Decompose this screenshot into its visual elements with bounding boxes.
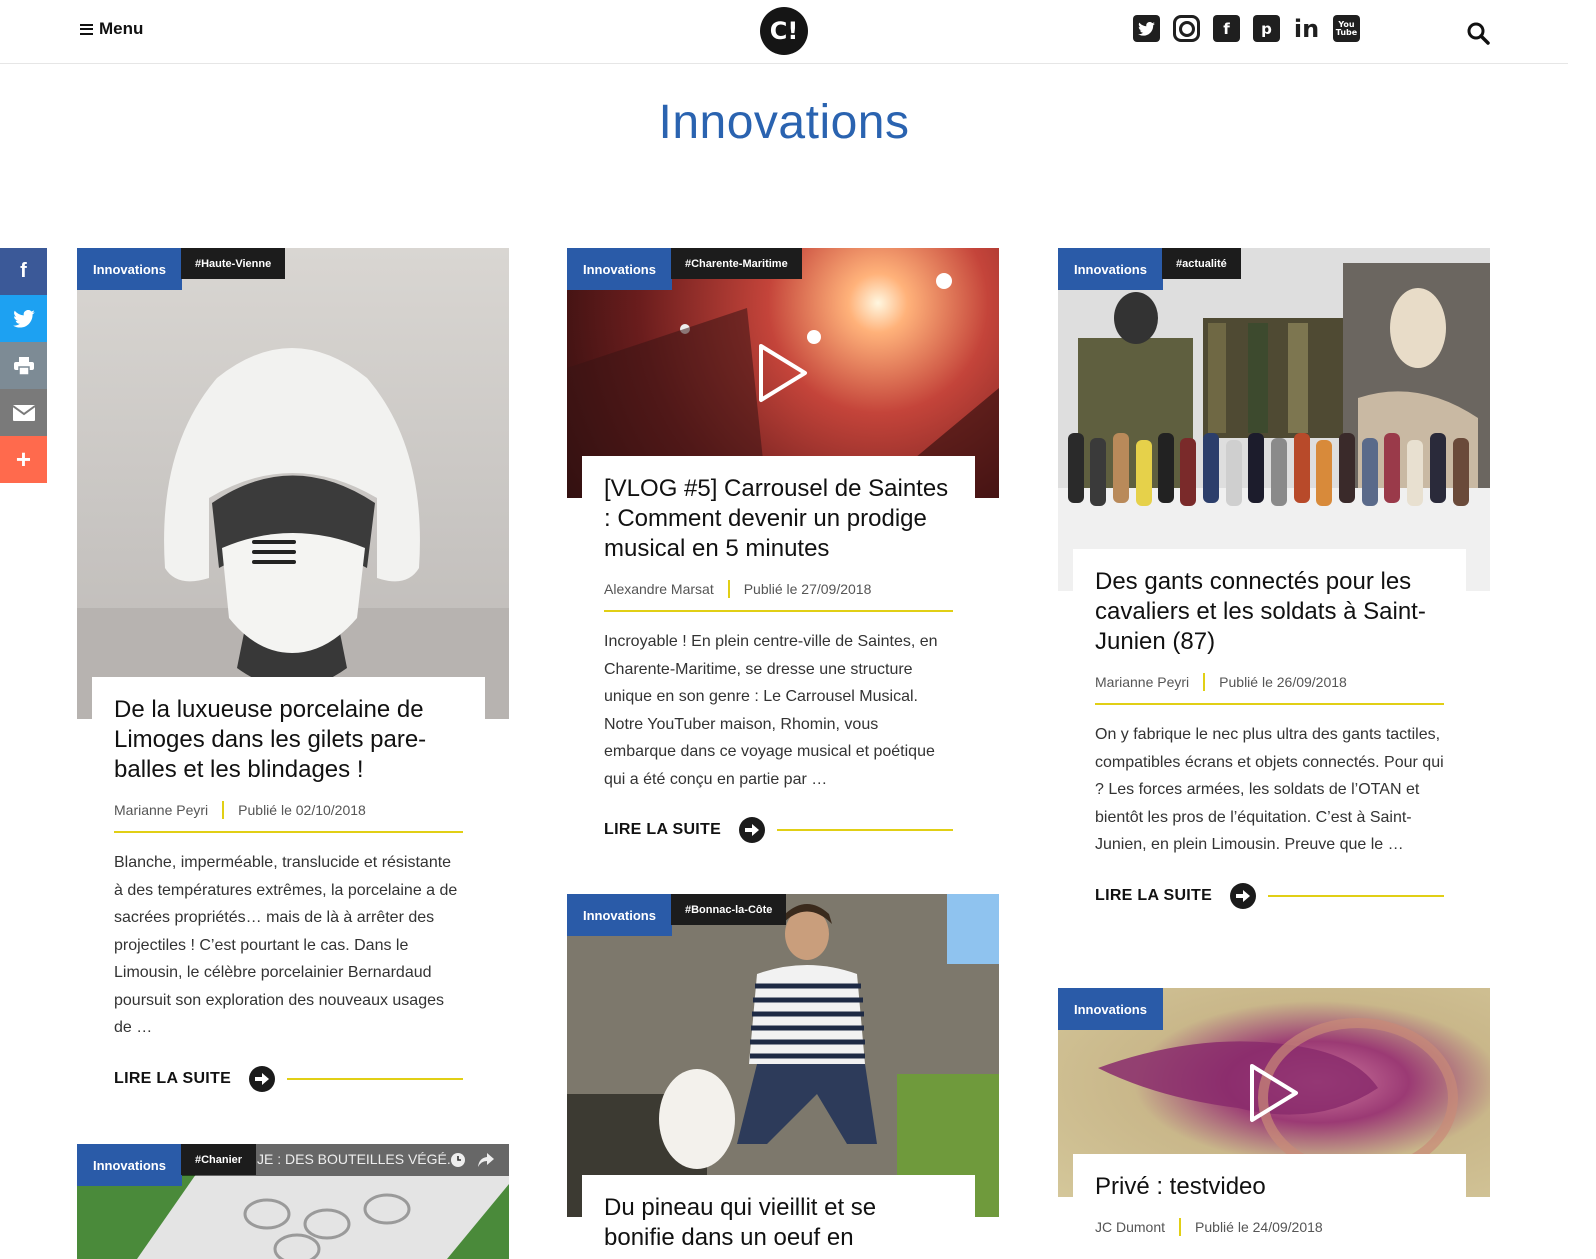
author[interactable]: Marianne Peyri [1095, 674, 1189, 690]
read-more-label: LIRE LA SUITE [114, 1069, 232, 1087]
article-excerpt: On y fabrique le nec plus ultra des gant… [1095, 726, 1444, 853]
article-body: Des gants connectés pour les cavaliers e… [1073, 549, 1466, 909]
article-meta: Alexandre Marsat Publié le 27/09/2018 [604, 580, 953, 612]
search-icon[interactable] [1466, 21, 1490, 45]
gloves-shop-image [1058, 248, 1490, 591]
clock-icon[interactable] [450, 1152, 466, 1168]
menu-button[interactable]: Menu [80, 19, 143, 39]
author[interactable]: Marianne Peyri [114, 802, 208, 818]
site-logo[interactable]: C! [760, 7, 808, 55]
meta-divider [1179, 1218, 1182, 1236]
play-icon[interactable] [757, 342, 809, 404]
tag-badge[interactable]: #Chanier [181, 1144, 257, 1175]
article-title[interactable]: [VLOG #5] Carrousel de Saintes : Comment… [604, 474, 953, 564]
category-badge[interactable]: Innovations [567, 894, 672, 936]
share-bar: f + [0, 248, 47, 483]
divider-line [1268, 894, 1444, 897]
instagram-icon[interactable] [1173, 15, 1200, 42]
category-badge[interactable]: Innovations [1058, 248, 1163, 290]
article-image[interactable]: Innovations #Bonnac-la-Côte [567, 894, 999, 1217]
article-title[interactable]: Privé : testvideo [1095, 1172, 1444, 1202]
category-badge[interactable]: Innovations [1058, 988, 1163, 1030]
share-arrow-icon[interactable] [477, 1152, 495, 1168]
article-title[interactable]: De la luxueuse porcelaine de Limoges dan… [114, 695, 463, 785]
twitter-icon[interactable] [0, 295, 47, 342]
tag-badge[interactable]: #Charente-Maritime [671, 248, 802, 279]
pinterest-icon[interactable]: p [1253, 15, 1280, 42]
article-body: Privé : testvideo JC Dumont Publié le 24… [1073, 1154, 1466, 1259]
category-badge[interactable]: Innovations [567, 248, 672, 290]
video-caption: JE : DES BOUTEILLES VÉGÉ... [257, 1151, 459, 1167]
read-more-label: LIRE LA SUITE [604, 821, 722, 838]
facebook-icon[interactable]: f [0, 248, 47, 295]
article-body: [VLOG #5] Carrousel de Saintes : Comment… [582, 456, 975, 843]
article-body: Du pineau qui vieillit et se bonifie dan… [582, 1175, 975, 1259]
facebook-icon[interactable]: f [1213, 15, 1240, 42]
author[interactable]: JC Dumont [1095, 1219, 1165, 1235]
site-header: Menu C! f p in You Tube [0, 0, 1568, 64]
tag-badge[interactable]: #actualité [1162, 248, 1241, 279]
divider-line [777, 829, 953, 831]
youtube-icon[interactable]: You Tube [1333, 15, 1360, 42]
winemaker-image [567, 894, 999, 1217]
publish-date: Publié le 02/10/2018 [238, 802, 366, 818]
article-image[interactable]: Innovations #actualité [1058, 248, 1490, 591]
tag-badge[interactable]: #Haute-Vienne [181, 248, 286, 279]
menu-label: Menu [99, 19, 144, 38]
category-badge[interactable]: Innovations [77, 1144, 182, 1186]
hamburger-icon [80, 23, 93, 35]
read-more-link[interactable]: LIRE LA SUITE [604, 817, 953, 843]
tag-badge[interactable]: #Bonnac-la-Côte [671, 894, 787, 925]
arrow-right-icon [249, 1065, 276, 1092]
arrow-right-icon [1230, 882, 1257, 909]
article-body: De la luxueuse porcelaine de Limoges dan… [92, 677, 485, 1092]
read-more-label: LIRE LA SUITE [1095, 886, 1213, 904]
article-card[interactable]: Innovations #Charente-Maritime [VLOG #5]… [567, 248, 999, 843]
twitter-icon[interactable] [1133, 15, 1160, 42]
article-excerpt: Blanche, imperméable, translucide et rés… [114, 854, 458, 1036]
article-meta: JC Dumont Publié le 24/09/2018 [1095, 1218, 1444, 1248]
article-title[interactable]: Des gants connectés pour les cavaliers e… [1095, 567, 1444, 657]
linkedin-icon[interactable]: in [1293, 15, 1320, 43]
arrow-right-icon [739, 817, 766, 843]
social-links: f p in You Tube [1133, 15, 1360, 43]
article-meta: Marianne Peyri Publié le 02/10/2018 [114, 801, 463, 833]
article-meta: Marianne Peyri Publié le 26/09/2018 [1095, 673, 1444, 705]
category-badge[interactable]: Innovations [77, 248, 182, 290]
author[interactable]: Alexandre Marsat [604, 581, 714, 597]
email-icon[interactable] [0, 389, 47, 436]
video-thumbnail[interactable]: JE : DES BOUTEILLES VÉGÉ... Innovations … [77, 1144, 509, 1259]
meta-divider [222, 801, 225, 819]
logo-text: C! [769, 17, 799, 45]
article-card[interactable]: Innovations Privé : testvideo JC Dumont … [1058, 988, 1490, 1259]
article-card[interactable]: Innovations #Haute-Vienne De la luxueuse… [77, 248, 509, 1092]
meta-divider [1203, 673, 1206, 691]
divider-line [287, 1077, 463, 1080]
article-image[interactable]: Innovations #Haute-Vienne [77, 248, 509, 719]
publish-date: Publié le 26/09/2018 [1219, 674, 1347, 690]
meta-divider [727, 580, 730, 598]
play-icon[interactable] [1248, 1062, 1300, 1124]
publish-date: Publié le 27/09/2018 [743, 581, 872, 597]
publish-date: Publié le 24/09/2018 [1195, 1219, 1323, 1235]
read-more-link[interactable]: LIRE LA SUITE [114, 1065, 463, 1092]
read-more-link[interactable]: LIRE LA SUITE [1095, 882, 1444, 909]
article-excerpt: Incroyable ! En plein centre-ville de Sa… [604, 633, 938, 788]
article-card[interactable]: Innovations #actualité Des gants connect… [1058, 248, 1490, 909]
article-title[interactable]: Du pineau qui vieillit et se bonifie dan… [604, 1193, 953, 1253]
helmet-image [77, 348, 509, 719]
print-icon[interactable] [0, 342, 47, 389]
page-title: Innovations [658, 96, 910, 149]
article-card[interactable]: JE : DES BOUTEILLES VÉGÉ... Innovations … [77, 1144, 509, 1259]
article-card[interactable]: Innovations #Bonnac-la-Côte Du pineau qu… [567, 894, 999, 1259]
plus-icon[interactable]: + [0, 436, 47, 483]
